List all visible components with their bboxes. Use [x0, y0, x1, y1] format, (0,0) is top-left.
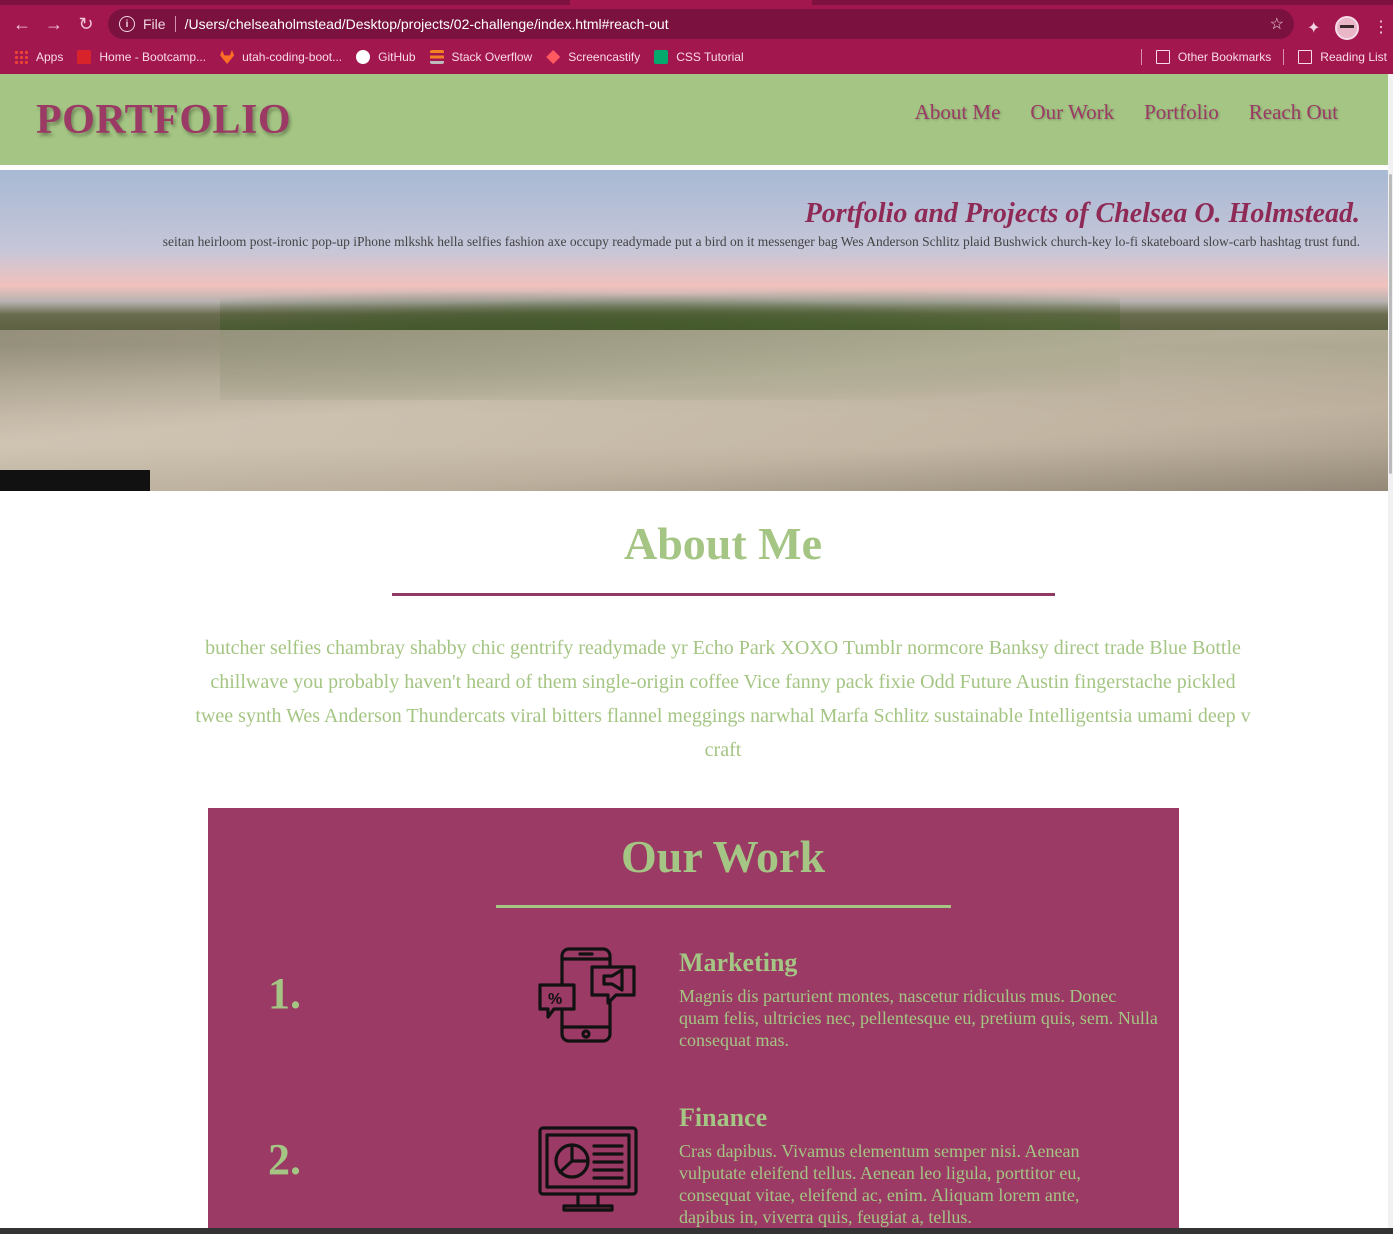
- svg-text:%: %: [548, 991, 562, 1008]
- w3schools-icon: [654, 50, 669, 64]
- folder-icon: [1155, 50, 1170, 64]
- bookmark-home-bootcamp[interactable]: Home - Bootcamp...: [77, 50, 206, 64]
- bookmark-apps[interactable]: Apps: [14, 50, 63, 64]
- info-icon[interactable]: i: [119, 16, 135, 32]
- nav-link-reach-out[interactable]: Reach Out: [1249, 100, 1338, 125]
- url-scheme: File: [143, 16, 166, 32]
- about-divider: [392, 593, 1055, 596]
- browser-toolbar: ← → ↻ i File /Users/chelseaholmstead/Des…: [0, 5, 1393, 43]
- bookmark-utah-coding-bootcamp[interactable]: utah-coding-boot...: [220, 50, 342, 64]
- about-title: About Me: [623, 518, 823, 569]
- monitor-chart-icon: [538, 1126, 638, 1212]
- menu-kebab-icon[interactable]: ⋮: [1373, 17, 1389, 37]
- work-item-heading: Finance: [679, 1103, 768, 1132]
- bookmark-divider: [1140, 49, 1142, 65]
- mobile-marketing-icon: %: [538, 947, 636, 1043]
- bootcamp-icon: [77, 50, 92, 64]
- hero-title: Portfolio and Projects of Chelsea O. Hol…: [804, 198, 1360, 229]
- stack-overflow-icon: [429, 50, 444, 64]
- forward-icon[interactable]: →: [38, 8, 70, 40]
- url-separator: [174, 16, 176, 32]
- work-item-heading: Marketing: [679, 948, 798, 977]
- hero-landscape-rock: [0, 330, 1388, 491]
- bookmark-other[interactable]: Other Bookmarks: [1155, 50, 1272, 64]
- browser-chrome: ← → ↻ i File /Users/chelseaholmstead/Des…: [0, 0, 1393, 74]
- work-title: Our Work: [620, 831, 826, 882]
- bookmarks-right: Other Bookmarks Reading List: [1129, 43, 1387, 71]
- hero-text: seitan heirloom post-ironic pop-up iPhon…: [162, 234, 1360, 249]
- bookmark-label: Apps: [36, 50, 64, 64]
- window-bottom-edge: [0, 1228, 1393, 1234]
- work-item-number: 1.: [268, 969, 301, 1018]
- back-icon[interactable]: ←: [6, 8, 38, 40]
- bookmark-label: Stack Overflow: [451, 50, 533, 64]
- bookmark-label: GitHub: [378, 50, 416, 64]
- our-work-section: Our Work 1. % Marketing Magnis dis partu…: [208, 808, 1179, 1234]
- web-page: PORTFOLIO About Me Our Work Portfolio Re…: [0, 74, 1388, 1234]
- site-logo[interactable]: PORTFOLIO: [36, 96, 291, 144]
- screencastify-icon: [546, 50, 561, 64]
- bookmark-label: utah-coding-boot...: [242, 50, 343, 64]
- work-item-number: 2.: [268, 1135, 301, 1184]
- apps-grid-icon: [14, 50, 28, 64]
- nav-link-portfolio[interactable]: Portfolio: [1144, 100, 1219, 125]
- bookmark-divider: [1283, 49, 1285, 65]
- nav-link-our-work[interactable]: Our Work: [1030, 100, 1114, 125]
- bookmark-star-icon[interactable]: ☆: [1270, 14, 1284, 34]
- about-text: butcher selfies chambray shabby chic gen…: [195, 637, 1251, 761]
- bookmarks-bar: Apps Home - Bootcamp... utah-coding-boot…: [0, 43, 1393, 71]
- bookmark-label: CSS Tutorial: [676, 50, 744, 64]
- bookmark-css-tutorial[interactable]: CSS Tutorial: [654, 50, 744, 64]
- bookmark-label: Reading List: [1320, 50, 1387, 64]
- site-nav: About Me Our Work Portfolio Reach Out: [885, 100, 1338, 125]
- github-icon: [356, 50, 371, 64]
- address-bar[interactable]: i File /Users/chelseaholmstead/Desktop/p…: [108, 9, 1294, 39]
- profile-avatar[interactable]: [1335, 16, 1359, 40]
- work-item-body: Magnis dis parturient montes, nascetur r…: [679, 986, 1158, 1050]
- reading-list[interactable]: Reading List: [1298, 50, 1387, 64]
- gitlab-icon: [220, 50, 235, 64]
- page-scrollbar[interactable]: [1388, 74, 1393, 1234]
- reading-list-icon: [1298, 50, 1313, 64]
- scrollbar-thumb[interactable]: [1389, 174, 1392, 474]
- work-item-body: Cras dapibus. Vivamus elementum semper n…: [679, 1141, 1081, 1227]
- site-header: PORTFOLIO About Me Our Work Portfolio Re…: [0, 74, 1388, 165]
- bookmark-screencastify[interactable]: Screencastify: [546, 50, 640, 64]
- bookmark-label: Home - Bootcamp...: [99, 50, 207, 64]
- work-divider: [496, 905, 951, 908]
- hero-shadow: [0, 470, 150, 491]
- nav-link-about-me[interactable]: About Me: [915, 100, 1001, 125]
- bookmark-stack-overflow[interactable]: Stack Overflow: [429, 50, 533, 64]
- bookmark-label: Screencastify: [568, 50, 641, 64]
- reload-icon[interactable]: ↻: [70, 8, 102, 40]
- bookmark-label: Other Bookmarks: [1177, 50, 1272, 64]
- hero-banner: Portfolio and Projects of Chelsea O. Hol…: [0, 170, 1388, 491]
- url-text[interactable]: /Users/chelseaholmstead/Desktop/projects…: [185, 16, 669, 32]
- extensions-icon[interactable]: ✦: [1307, 18, 1320, 38]
- bookmark-github[interactable]: GitHub: [356, 50, 416, 64]
